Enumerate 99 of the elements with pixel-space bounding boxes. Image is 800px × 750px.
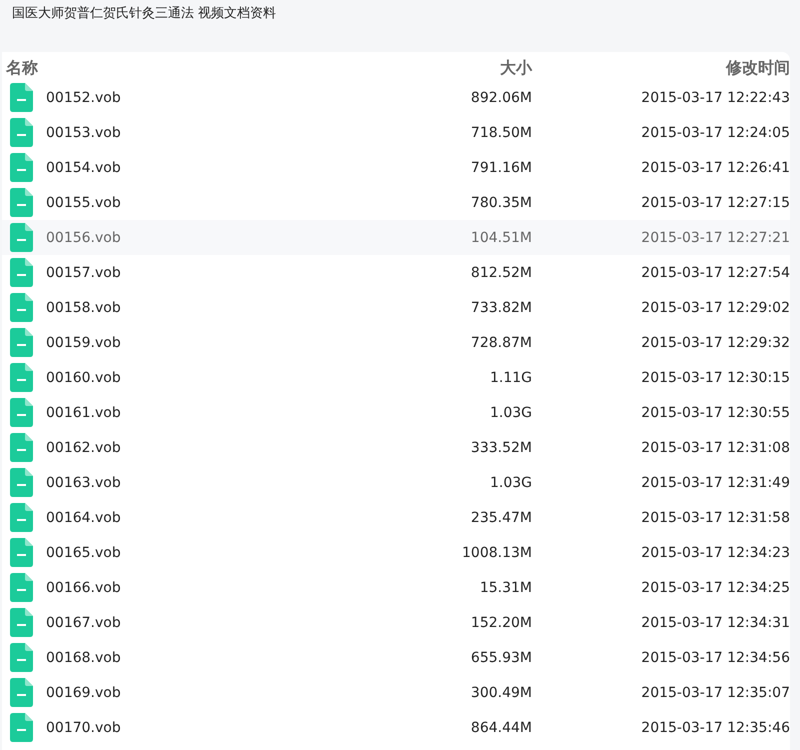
modified-time: 2015-03-17 12:35:46 — [641, 720, 790, 736]
file-name[interactable]: 00153.vob — [46, 124, 121, 140]
file-size: 892.06M — [470, 90, 532, 106]
file-name[interactable]: 00159.vob — [46, 334, 121, 350]
file-size: 780.35M — [470, 194, 532, 210]
file-size: 235.47M — [470, 510, 532, 526]
file-icon — [10, 573, 33, 602]
file-name[interactable]: 00160.vob — [46, 370, 121, 386]
file-name[interactable]: 00156.vob — [46, 230, 121, 246]
file-icon — [10, 608, 33, 637]
file-row[interactable]: 00164.vob 235.47M 2015-03-17 12:31:58 — [2, 500, 790, 535]
file-icon — [10, 118, 33, 147]
file-size: 1008.13M — [462, 544, 532, 560]
modified-time: 2015-03-17 12:31:49 — [641, 474, 790, 490]
file-size: 15.31M — [480, 580, 532, 596]
file-row[interactable]: 00165.vob 1008.13M 2015-03-17 12:34:23 — [2, 535, 790, 570]
modified-time: 2015-03-17 12:35:07 — [641, 684, 790, 700]
modified-time: 2015-03-17 12:27:54 — [641, 264, 790, 280]
file-size: 718.50M — [470, 124, 532, 140]
file-name[interactable]: 00157.vob — [46, 264, 121, 280]
file-name[interactable]: 00169.vob — [46, 684, 121, 700]
file-name[interactable]: 00154.vob — [46, 160, 121, 176]
file-name[interactable]: 00163.vob — [46, 474, 121, 490]
file-icon — [10, 643, 33, 672]
file-size: 104.51M — [470, 230, 532, 246]
modified-time: 2015-03-17 12:22:43 — [641, 90, 790, 106]
file-icon — [10, 153, 33, 182]
file-row[interactable]: 00167.vob 152.20M 2015-03-17 12:34:31 — [2, 605, 790, 640]
file-row[interactable]: 00158.vob 733.82M 2015-03-17 12:29:02 — [2, 290, 790, 325]
file-row[interactable]: 00154.vob 791.16M 2015-03-17 12:26:41 — [2, 150, 790, 185]
file-icon — [10, 468, 33, 497]
file-name[interactable]: 00161.vob — [46, 404, 121, 420]
file-size: 300.49M — [470, 684, 532, 700]
file-row[interactable]: 00157.vob 812.52M 2015-03-17 12:27:54 — [2, 255, 790, 290]
file-size: 728.87M — [470, 334, 532, 350]
file-row[interactable]: 00160.vob 1.11G 2015-03-17 12:30:15 — [2, 360, 790, 395]
file-size: 733.82M — [470, 300, 532, 316]
file-row[interactable]: 00155.vob 780.35M 2015-03-17 12:27:15 — [2, 185, 790, 220]
file-icon — [10, 398, 33, 427]
modified-time: 2015-03-17 12:30:55 — [641, 404, 790, 420]
column-header[interactable]: 大小 — [500, 58, 532, 78]
file-row[interactable]: 00159.vob 728.87M 2015-03-17 12:29:32 — [2, 325, 790, 360]
file-row[interactable]: 00161.vob 1.03G 2015-03-17 12:30:55 — [2, 395, 790, 430]
modified-time: 2015-03-17 12:34:31 — [641, 614, 790, 630]
file-name[interactable]: 00167.vob — [46, 614, 121, 630]
file-row[interactable]: 00170.vob 864.44M 2015-03-17 12:35:46 — [2, 710, 790, 745]
modified-time: 2015-03-17 12:27:21 — [641, 230, 790, 246]
file-icon — [10, 363, 33, 392]
modified-time: 2015-03-17 12:34:56 — [641, 650, 790, 666]
modified-time: 2015-03-17 12:27:15 — [641, 194, 790, 210]
file-name[interactable]: 00170.vob — [46, 720, 121, 736]
file-size: 812.52M — [470, 264, 532, 280]
modified-time: 2015-03-17 12:31:58 — [641, 510, 790, 526]
file-size: 791.16M — [470, 160, 532, 176]
modified-time: 2015-03-17 12:24:05 — [641, 124, 790, 140]
file-icon — [10, 713, 33, 742]
file-name[interactable]: 00168.vob — [46, 650, 121, 666]
file-row[interactable]: 00169.vob 300.49M 2015-03-17 12:35:07 — [2, 675, 790, 710]
file-icon — [10, 258, 33, 287]
file-row[interactable]: 00152.vob 892.06M 2015-03-17 12:22:43 — [2, 80, 790, 115]
file-size: 333.52M — [470, 440, 532, 456]
file-name[interactable]: 00155.vob — [46, 194, 121, 210]
file-icon — [10, 433, 33, 462]
file-size: 864.44M — [470, 720, 532, 736]
column-header[interactable]: 修改时间 — [726, 58, 790, 78]
file-icon — [10, 188, 33, 217]
file-icon — [10, 223, 33, 252]
file-size: 1.03G — [490, 404, 532, 420]
file-name[interactable]: 00152.vob — [46, 90, 121, 106]
file-icon — [10, 293, 33, 322]
column-header[interactable]: 名称 — [6, 58, 38, 78]
file-icon — [10, 328, 33, 357]
modified-time: 2015-03-17 12:34:23 — [641, 544, 790, 560]
file-icon — [10, 538, 33, 567]
page-title: 国医大师贺普仁贺氏针灸三通法 视频文档资料 — [11, 4, 278, 23]
file-name[interactable]: 00166.vob — [46, 580, 121, 596]
modified-time: 2015-03-17 12:26:41 — [641, 160, 790, 176]
file-icon — [10, 678, 33, 707]
file-size: 655.93M — [470, 650, 532, 666]
modified-time: 2015-03-17 12:29:32 — [641, 334, 790, 350]
file-name[interactable]: 00162.vob — [46, 440, 121, 456]
file-row[interactable]: 00168.vob 655.93M 2015-03-17 12:34:56 — [2, 640, 790, 675]
file-name[interactable]: 00158.vob — [46, 300, 121, 316]
file-size: 1.03G — [490, 474, 532, 490]
modified-time: 2015-03-17 12:30:15 — [641, 370, 790, 386]
file-icon — [10, 503, 33, 532]
modified-time: 2015-03-17 12:31:08 — [641, 440, 790, 456]
file-row[interactable]: 00163.vob 1.03G 2015-03-17 12:31:49 — [2, 465, 790, 500]
file-size: 152.20M — [470, 614, 532, 630]
modified-time: 2015-03-17 12:34:25 — [641, 580, 790, 596]
file-size: 1.11G — [490, 370, 532, 386]
file-name[interactable]: 00164.vob — [46, 510, 121, 526]
file-name[interactable]: 00165.vob — [46, 544, 121, 560]
highlighted-row[interactable]: 00156.vob 104.51M 2015-03-17 12:27:21 — [2, 220, 790, 255]
modified-time: 2015-03-17 12:29:02 — [641, 300, 790, 316]
file-row[interactable]: 00153.vob 718.50M 2015-03-17 12:24:05 — [2, 115, 790, 150]
file-row[interactable]: 00166.vob 15.31M 2015-03-17 12:34:25 — [2, 570, 790, 605]
file-icon — [10, 83, 33, 112]
file-row[interactable]: 00162.vob 333.52M 2015-03-17 12:31:08 — [2, 430, 790, 465]
